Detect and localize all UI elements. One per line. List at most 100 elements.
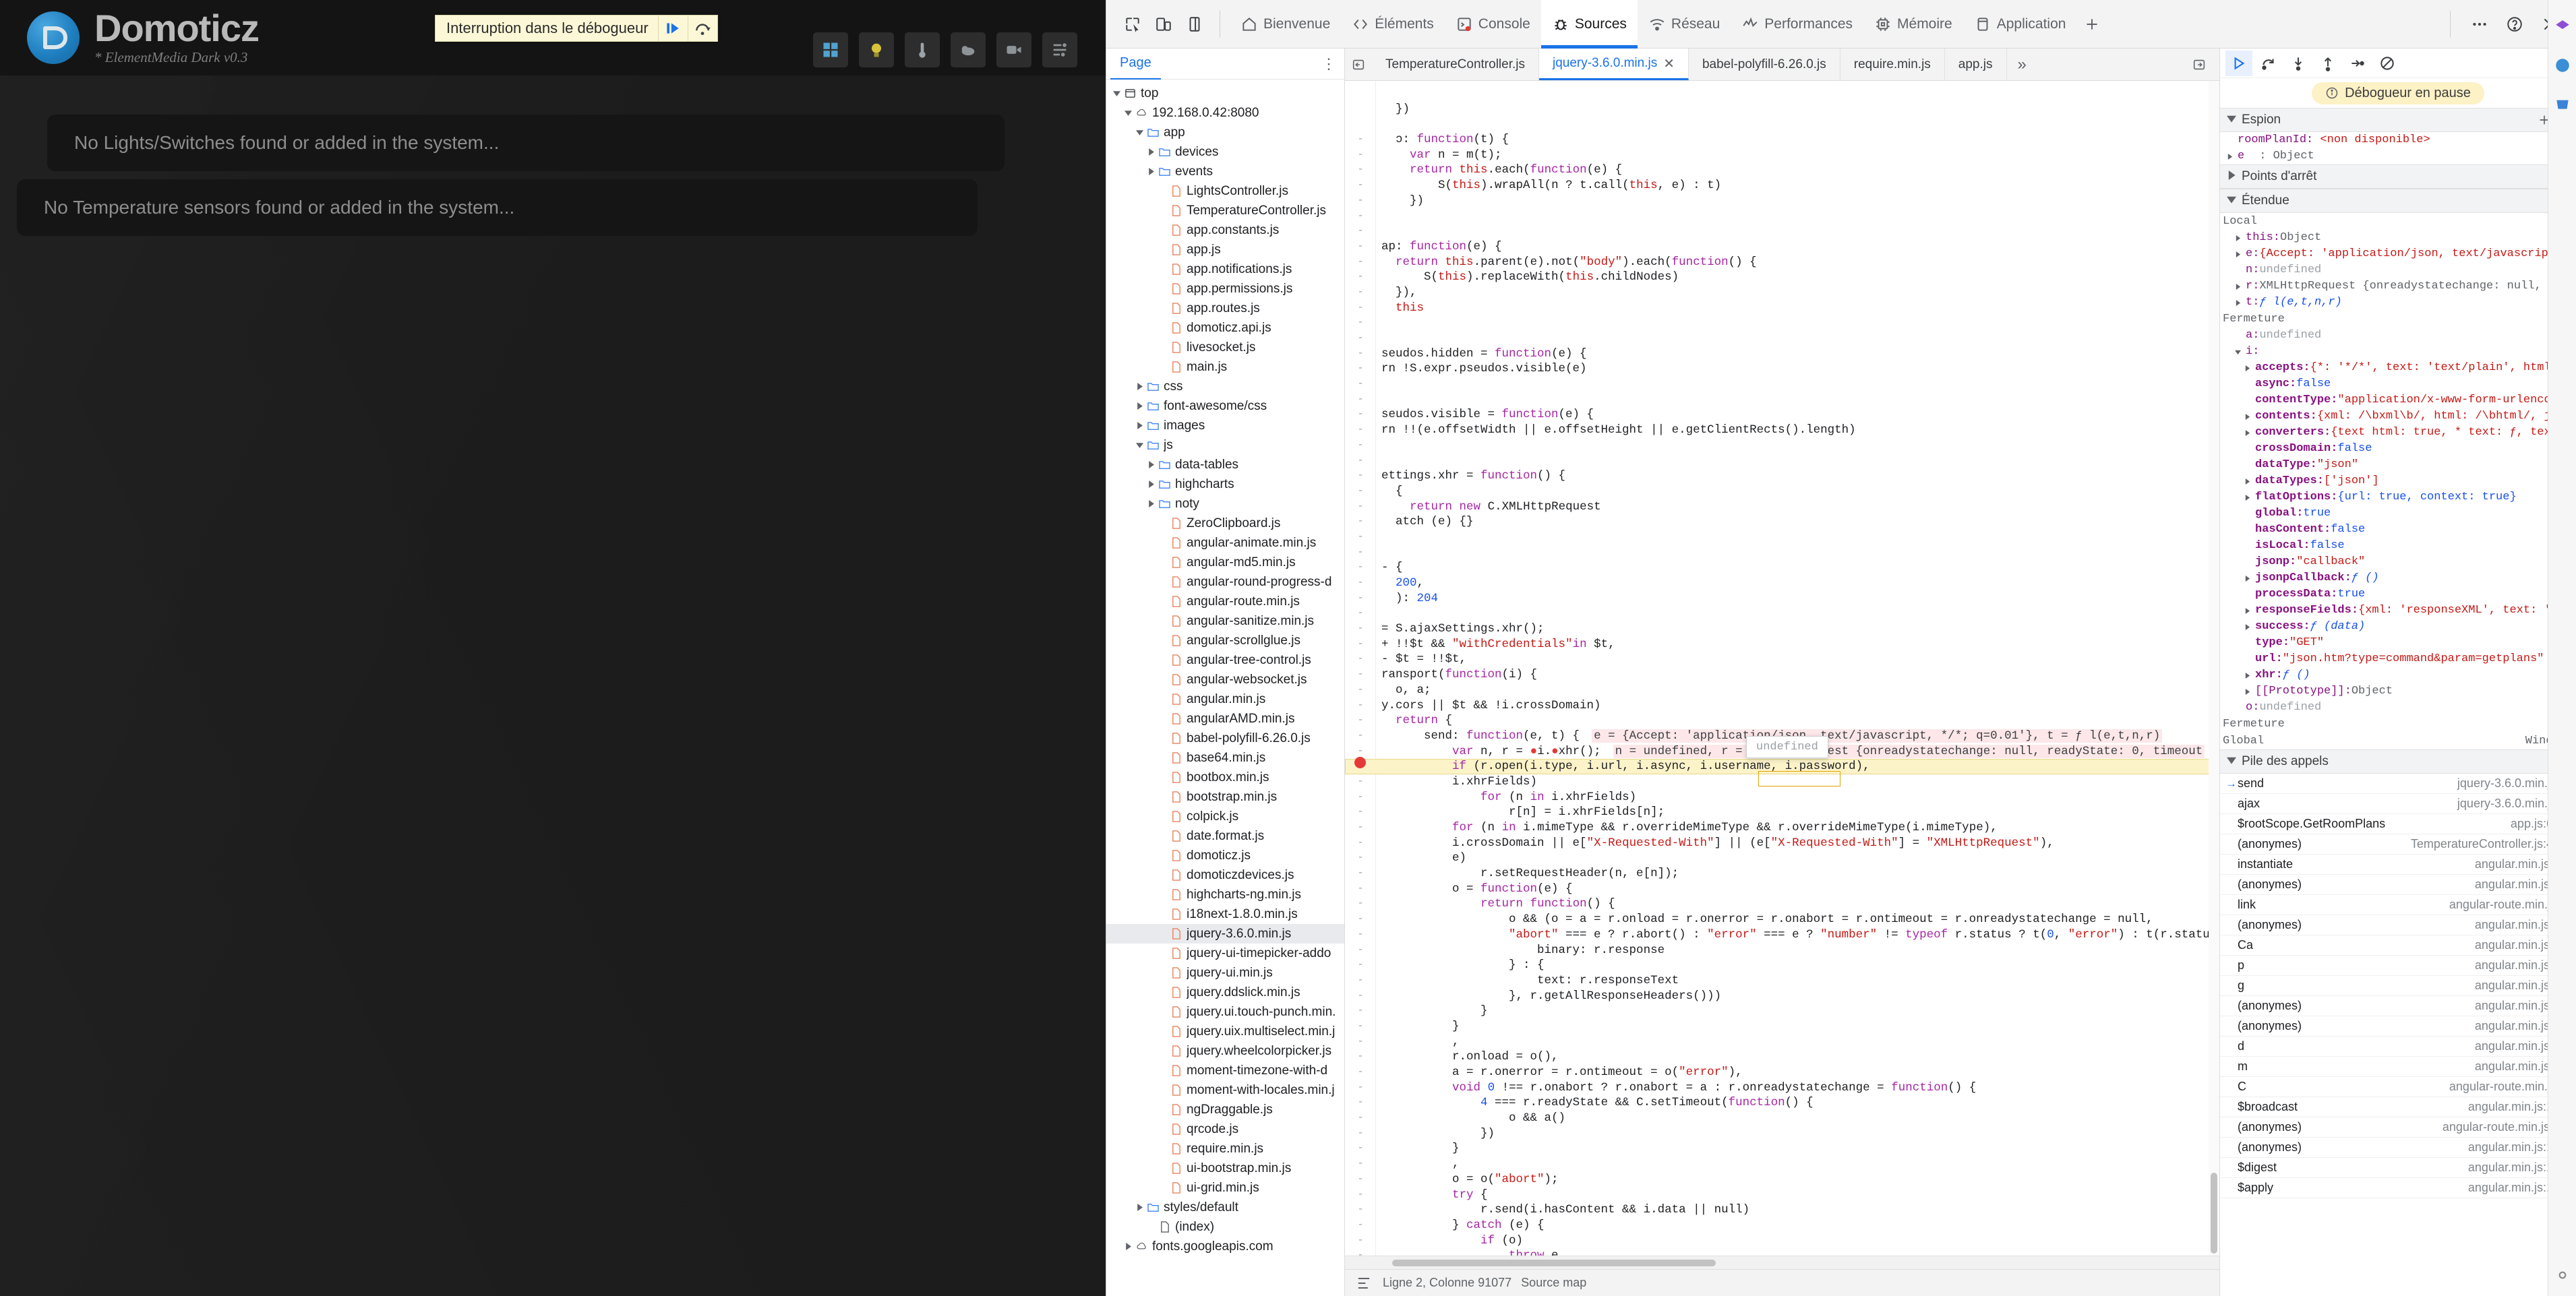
code-line[interactable]: - { <box>1345 484 2219 499</box>
call-stack-frame[interactable]: link angular-route.min.js:8 <box>2220 895 2576 915</box>
code-line[interactable] <box>1345 86 2219 102</box>
call-stack-frame[interactable]: (anonymes) angular.min.js:71 <box>2220 1016 2576 1037</box>
editor-horizontal-scrollbar[interactable] <box>1345 1256 2219 1269</box>
editor-tabs-overflow[interactable]: » <box>2007 49 2037 80</box>
code-line[interactable]: - ): 204 <box>1345 591 2219 607</box>
tree-file[interactable]: ZeroClipboard.js <box>1106 514 1344 533</box>
code-line[interactable]: - rn !!(e.offsetWidth || e.offsetHeight |… <box>1345 423 2219 438</box>
code-line[interactable]: - 200, <box>1345 576 2219 591</box>
value-twisty-icon[interactable] <box>2244 575 2255 582</box>
tree-twisty-icon[interactable] <box>1133 383 1145 390</box>
code-line[interactable]: - - $t = !!$t, <box>1345 652 2219 667</box>
resume-script-icon[interactable] <box>2225 50 2252 76</box>
tree-file[interactable]: domoticz.api.js <box>1106 318 1344 338</box>
tree-file[interactable]: jquery.uix.multiselect.min.j <box>1106 1022 1344 1041</box>
scope-property[interactable]: url: "json.htm?type=command&param=getpla… <box>2220 651 2576 667</box>
tree-file[interactable]: LightsController.js <box>1106 181 1344 201</box>
tree-file[interactable]: angular-round-progress-d <box>1106 572 1344 592</box>
section-twisty-icon[interactable] <box>2227 193 2236 208</box>
tree-file[interactable]: date.format.js <box>1106 826 1344 846</box>
tree-file[interactable]: app.permissions.js <box>1106 279 1344 299</box>
value-twisty-icon[interactable] <box>2235 251 2246 257</box>
code-line[interactable]: - i.crossDomain || e["X-Requested-With"]… <box>1345 836 2219 851</box>
code-line[interactable]: - binary: r.response <box>1345 943 2219 958</box>
scope-property[interactable]: r: XMLHttpRequest {onreadystatechange: n… <box>2220 278 2576 295</box>
value-twisty-icon[interactable] <box>2244 365 2255 371</box>
tree-file[interactable]: i18next-1.8.0.min.js <box>1106 904 1344 924</box>
tree-twisty-icon[interactable] <box>1145 168 1157 175</box>
tree-twisty-icon[interactable] <box>1122 1243 1134 1250</box>
tree-file[interactable]: TemperatureController.js <box>1106 201 1344 220</box>
tree-file[interactable]: ui-bootstrap.min.js <box>1106 1159 1344 1178</box>
tree-file[interactable]: babel-polyfill-6.26.0.js <box>1106 729 1344 748</box>
scope-property[interactable]: xhr: ƒ () <box>2220 667 2576 683</box>
tree-file[interactable]: domoticzdevices.js <box>1106 865 1344 885</box>
code-line[interactable]: - <box>1345 606 2219 621</box>
thermometer-icon[interactable] <box>905 32 940 67</box>
value-twisty-icon[interactable] <box>2235 283 2246 290</box>
tab-performances[interactable]: Performances <box>1731 0 1863 49</box>
help-icon[interactable] <box>2499 9 2530 40</box>
code-line[interactable]: - y.cors || $t && !i.crossDomain) <box>1345 698 2219 714</box>
call-stack-frame[interactable]: (anonymes) angular.min.js:65 <box>2220 996 2576 1016</box>
debugger-section-header[interactable]: Étendue <box>2220 189 2576 213</box>
scope-property[interactable]: hasContent: false <box>2220 522 2576 538</box>
value-twisty-icon[interactable] <box>2235 349 2246 355</box>
pretty-print-icon[interactable] <box>1354 1274 1373 1293</box>
tree-file[interactable]: angular-scrollglue.js <box>1106 631 1344 650</box>
tree-twisty-icon[interactable] <box>1133 441 1145 449</box>
scope-property[interactable]: accepts: {*: '*/*', text: 'text/plain', … <box>2220 360 2576 376</box>
code-line[interactable]: - 4 === r.readyState && C.setTimeout(fun… <box>1345 1095 2219 1111</box>
webcam-icon[interactable] <box>996 32 1031 67</box>
call-stack-frame[interactable]: Ca angular.min.js:90 <box>2220 935 2576 956</box>
devtools-tablist[interactable]: Bienvenue Éléments Console Sources Résea… <box>1230 0 2107 49</box>
tree-file[interactable]: colpick.js <box>1106 807 1344 826</box>
tab-memoire[interactable]: Mémoire <box>1863 0 1963 49</box>
code-line[interactable]: }) <box>1345 102 2219 117</box>
code-line[interactable]: - }, r.getAllResponseHeaders())) <box>1345 989 2219 1004</box>
tab-forward-icon[interactable] <box>2186 57 2213 72</box>
tree-file[interactable]: angular-md5.min.js <box>1106 553 1344 572</box>
debugger-section-header[interactable]: Points d'arrêt <box>2220 164 2576 189</box>
code-line[interactable]: - o && (o = a = r.onload = r.onerror = r… <box>1345 912 2219 927</box>
call-stack-frame[interactable]: p angular.min.js:74 <box>2220 956 2576 976</box>
code-line[interactable]: - this <box>1345 301 2219 316</box>
tree-file[interactable]: jquery-3.6.0.min.js <box>1106 924 1344 944</box>
value-twisty-icon[interactable] <box>2235 299 2246 306</box>
dashboard-icon[interactable] <box>813 32 848 67</box>
watch-entry[interactable]: roomPlanId: <non disponible> <box>2220 132 2576 148</box>
step-over-icon[interactable] <box>687 15 717 42</box>
tree-file[interactable]: angularAMD.min.js <box>1106 709 1344 729</box>
tree-file[interactable]: jquery-ui-timepicker-addo <box>1106 944 1344 963</box>
tree-file[interactable]: 192.168.0.42:8080 <box>1106 103 1344 123</box>
code-line[interactable]: - ɔ: function(t) { <box>1345 132 2219 148</box>
code-line[interactable]: - <box>1345 224 2219 239</box>
code-line[interactable]: - seudos.visible = function(e) { <box>1345 407 2219 423</box>
tree-twisty-icon[interactable] <box>1145 148 1157 156</box>
lightbulb-icon[interactable] <box>859 32 894 67</box>
tab-sources[interactable]: Sources <box>1540 0 1638 49</box>
call-stack-frame[interactable]: g angular.min.js:66 <box>2220 976 2576 996</box>
editor-tab[interactable]: jquery-3.6.0.min.js ✕ <box>1538 49 1689 80</box>
call-stack-frame[interactable]: (anonymes) TemperatureController.js:486 <box>2220 834 2576 855</box>
code-line[interactable]: - "abort" === e ? r.abort() : "error" ==… <box>1345 927 2219 943</box>
code-line[interactable]: - }) <box>1345 193 2219 209</box>
tree-twisty-icon[interactable] <box>1110 90 1122 97</box>
tree-file[interactable]: angular-websocket.js <box>1106 670 1344 689</box>
scope-property[interactable]: contentType: "application/x-www-form-url… <box>2220 392 2576 408</box>
scope-property[interactable]: global: true <box>2220 505 2576 522</box>
tree-folder[interactable]: devices <box>1106 142 1344 162</box>
code-line[interactable]: - return function() { <box>1345 896 2219 912</box>
scope-property[interactable]: isLocal: false <box>2220 538 2576 554</box>
call-stack-frame[interactable]: d angular.min.js:67 <box>2220 1037 2576 1057</box>
scope-property[interactable]: a: undefined <box>2220 328 2576 344</box>
scope-property[interactable]: flatOptions: {url: true, context: true} <box>2220 489 2576 505</box>
code-line[interactable]: - , <box>1345 1035 2219 1050</box>
code-line[interactable]: - o && a() <box>1345 1111 2219 1126</box>
tree-file[interactable]: app.routes.js <box>1106 299 1344 318</box>
more-vertical-icon[interactable]: ⋮ <box>1313 56 1344 71</box>
scope-property[interactable]: o: undefined <box>2220 700 2576 716</box>
section-twisty-icon[interactable] <box>2227 754 2236 769</box>
code-line[interactable]: - ap: function(e) { <box>1345 239 2219 255</box>
tree-twisty-icon[interactable] <box>1145 481 1157 488</box>
